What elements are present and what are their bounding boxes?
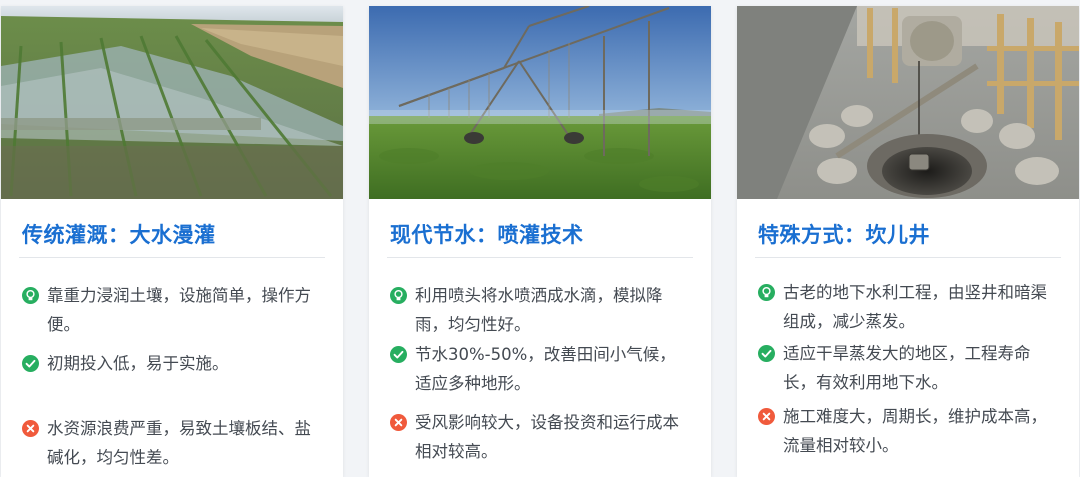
point-disadvantage: 水资源浪费严重，易致土壤板结、盐碱化，均匀性差。: [22, 414, 324, 472]
point-disadvantage: 受风影响较大，设备投资和运行成本相对较高。: [390, 408, 692, 466]
karez-well-photo: [737, 6, 1079, 199]
check-circle-icon: [390, 346, 407, 363]
point-advantage: 初期投入低，易于实施。: [22, 349, 324, 378]
point-principle: 古老的地下水利工程，由竖井和暗渠组成，减少蒸发。: [758, 278, 1060, 336]
divider: [387, 257, 693, 258]
x-circle-icon: [758, 408, 775, 425]
point-advantage: 节水30%-50%，改善田间小气候，适应多种地形。: [390, 340, 692, 398]
point-principle: 靠重力浸润土壤，设施简单，操作方便。: [22, 281, 324, 339]
card-karez-well: 特殊方式：坎儿井 古老的地下水利工程，由竖井和暗渠组成，减少蒸发。 适应干旱蒸发…: [737, 6, 1079, 477]
card-title: 特殊方式：坎儿井: [758, 223, 930, 247]
lightbulb-icon: [390, 287, 407, 304]
comparison-cards: 传统灌溉：大水漫灌 靠重力浸润土壤，设施简单，操作方便。 初期投入低，易于实施。: [0, 0, 1080, 477]
point-principle: 利用喷头将水喷洒成水滴，模拟降雨，均匀性好。: [390, 281, 692, 339]
divider: [755, 257, 1061, 258]
lightbulb-icon: [22, 287, 39, 304]
lightbulb-icon: [758, 284, 775, 301]
point-advantage: 适应干旱蒸发大的地区，工程寿命长，有效利用地下水。: [758, 339, 1060, 397]
x-circle-icon: [390, 414, 407, 431]
card-title: 传统灌溉：大水漫灌: [22, 223, 216, 247]
check-circle-icon: [758, 345, 775, 362]
point-disadvantage: 施工难度大，周期长，维护成本高，流量相对较小。: [758, 402, 1060, 460]
divider: [19, 257, 325, 258]
x-circle-icon: [22, 420, 39, 437]
check-circle-icon: [22, 355, 39, 372]
card-flood-irrigation: 传统灌溉：大水漫灌 靠重力浸润土壤，设施简单，操作方便。 初期投入低，易于实施。: [1, 6, 343, 477]
sprinkler-irrigation-photo: [369, 6, 711, 199]
card-title: 现代节水：喷灌技术: [390, 223, 584, 247]
flood-irrigation-photo: [1, 6, 343, 199]
card-sprinkler-irrigation: 现代节水：喷灌技术 利用喷头将水喷洒成水滴，模拟降雨，均匀性好。 节水30%-5…: [369, 6, 711, 477]
